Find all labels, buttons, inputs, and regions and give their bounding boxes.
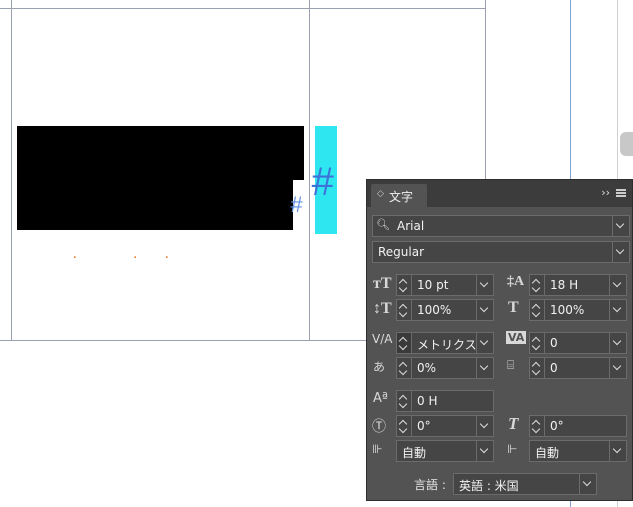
aki-field[interactable]: 0 bbox=[529, 357, 627, 379]
vertical-scale-field[interactable]: 100% bbox=[396, 299, 494, 321]
horizontal-scale-icon: T bbox=[508, 299, 519, 316]
skew-icon: T bbox=[508, 414, 519, 433]
aki-stepper[interactable] bbox=[530, 358, 545, 378]
collapse-arrows-icon[interactable]: ◇ bbox=[377, 189, 384, 199]
language-value: 英語 : 米国 bbox=[459, 479, 519, 493]
chevron-down-icon[interactable] bbox=[609, 358, 626, 378]
end-of-story-marker: # bbox=[290, 192, 303, 217]
kerning-field[interactable]: メトリクス bbox=[396, 332, 494, 354]
baseline-shift-value: 0 H bbox=[417, 394, 438, 408]
tracking-stepper[interactable] bbox=[530, 333, 545, 353]
character-panel: ◇ 文字 ›› 🔍︎ Arial Regular тT 10 pt ‡A 18 … bbox=[366, 179, 633, 501]
aki-before-field[interactable]: 自動 bbox=[396, 440, 494, 462]
vertical-scale-icon: ↕T bbox=[373, 300, 392, 317]
word-ggg: ggg bbox=[169, 236, 225, 273]
horizontal-scale-field[interactable]: 100% bbox=[529, 299, 627, 321]
frame-top-line bbox=[0, 8, 486, 9]
font-family-field[interactable]: 🔍︎ Arial bbox=[372, 215, 630, 237]
search-icon: 🔍︎ bbox=[376, 218, 390, 231]
aki-after-icon: ⊩ bbox=[507, 442, 518, 456]
chevron-down-icon[interactable] bbox=[476, 300, 493, 320]
leading-field[interactable]: 18 H bbox=[529, 274, 627, 296]
font-size-icon: тT bbox=[373, 275, 392, 292]
chevron-down-icon[interactable] bbox=[476, 275, 493, 295]
vertical-scale-stepper[interactable] bbox=[397, 300, 412, 320]
chevron-down-icon[interactable] bbox=[476, 358, 493, 378]
tracking-field[interactable]: 0 bbox=[529, 332, 627, 354]
aki-before-value: 自動 bbox=[402, 446, 427, 460]
chevron-down-icon[interactable] bbox=[476, 441, 493, 461]
chevron-down-icon[interactable] bbox=[609, 333, 626, 353]
baseline-shift-icon: Aª bbox=[373, 391, 389, 406]
horizontal-scale-value: 100% bbox=[550, 303, 585, 317]
font-style-value: Regular bbox=[378, 245, 425, 259]
text-line-1[interactable]: aaa · bbb · ccc bbox=[17, 126, 304, 225]
text-line-2[interactable]: ddd·eee·fff·ggg bbox=[17, 180, 293, 273]
kerning-stepper[interactable] bbox=[397, 333, 412, 353]
aki-before-icon: ⊪ bbox=[372, 442, 383, 456]
font-size-value: 10 pt bbox=[417, 278, 449, 292]
vertical-scale-value: 100% bbox=[417, 303, 452, 317]
font-size-field[interactable]: 10 pt bbox=[396, 274, 494, 296]
baseline-shift-field[interactable]: 0 H bbox=[396, 390, 494, 412]
aki-value: 0 bbox=[550, 361, 558, 375]
rotation-value: 0° bbox=[417, 419, 431, 433]
tab-character[interactable]: ◇ 文字 bbox=[371, 184, 427, 207]
baseline-shift-stepper[interactable] bbox=[397, 391, 412, 411]
tracking-value: 0 bbox=[550, 336, 558, 350]
font-size-stepper[interactable] bbox=[397, 275, 412, 295]
word-eee: eee bbox=[77, 236, 133, 273]
leading-icon: ‡A bbox=[507, 274, 525, 289]
rotation-icon: Ⓣ bbox=[372, 419, 386, 435]
tab-label: 文字 bbox=[389, 190, 414, 204]
word-fff: fff bbox=[137, 236, 165, 273]
kerning-value: メトリクス bbox=[417, 338, 477, 352]
chevron-down-icon[interactable] bbox=[612, 242, 629, 262]
leading-value: 18 H bbox=[550, 278, 579, 292]
tsume-field[interactable]: 0% bbox=[396, 357, 494, 379]
chevron-down-icon[interactable] bbox=[579, 474, 596, 494]
chevron-down-icon[interactable] bbox=[609, 275, 626, 295]
chevron-down-icon[interactable] bbox=[609, 300, 626, 320]
tracking-icon: VA bbox=[506, 331, 527, 344]
chevron-down-icon[interactable] bbox=[612, 216, 629, 236]
aki-after-field[interactable]: 自動 bbox=[529, 440, 627, 462]
panel-menu-icon[interactable] bbox=[616, 189, 626, 197]
chevron-down-icon[interactable] bbox=[476, 416, 493, 436]
rotation-field[interactable]: 0° bbox=[396, 415, 494, 437]
language-label: 言語 : bbox=[414, 478, 446, 492]
horizontal-scale-stepper[interactable] bbox=[530, 300, 545, 320]
next-frame-hash: # bbox=[311, 160, 334, 204]
chevron-down-icon[interactable] bbox=[609, 441, 626, 461]
chevron-down-icon[interactable] bbox=[476, 333, 493, 353]
scroll-thumb[interactable] bbox=[620, 132, 633, 156]
language-field[interactable]: 英語 : 米国 bbox=[453, 473, 597, 495]
tsume-icon: あ bbox=[373, 360, 386, 374]
frame-left-line bbox=[11, 0, 12, 341]
word-ddd: ddd bbox=[17, 236, 73, 273]
skew-stepper[interactable] bbox=[530, 416, 545, 436]
tsume-value: 0% bbox=[417, 361, 437, 375]
font-style-field[interactable]: Regular bbox=[372, 241, 630, 263]
font-family-value: Arial bbox=[397, 219, 425, 233]
skew-value: 0° bbox=[550, 419, 564, 433]
kerning-icon: V/A bbox=[372, 332, 393, 346]
skew-field[interactable]: 0° bbox=[529, 415, 627, 437]
rotation-stepper[interactable] bbox=[397, 416, 412, 436]
collapse-panel-icon[interactable]: ›› bbox=[601, 186, 610, 199]
panel-header: ◇ 文字 ›› bbox=[367, 180, 632, 207]
aki-icon: ⌸ bbox=[507, 358, 515, 372]
leading-stepper[interactable] bbox=[530, 275, 545, 295]
aki-after-value: 自動 bbox=[535, 446, 560, 460]
tsume-stepper[interactable] bbox=[397, 358, 412, 378]
frame-mid-line bbox=[309, 0, 310, 341]
